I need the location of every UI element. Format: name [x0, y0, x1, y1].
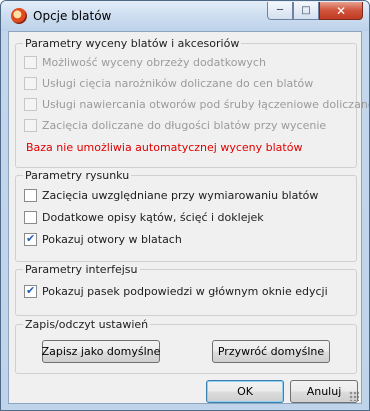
title-bar[interactable]: Opcje blatów ─ □ ✕: [1, 1, 369, 31]
cancel-button[interactable]: Anuluj: [290, 380, 358, 403]
option-label: Zacięcia uwzględniane przy wymiarowaniu …: [42, 189, 319, 202]
close-icon: ✕: [335, 3, 347, 18]
minimize-icon: ─: [276, 5, 284, 16]
checkbox[interactable]: [24, 232, 37, 246]
option-label: Możliwość wyceny obrzeży dodatkowych: [42, 56, 266, 69]
option-corner-cutting[interactable]: Usługi cięcia narożników doliczane do ce…: [24, 77, 313, 90]
option-notch-length[interactable]: Zacięcia doliczane do długości blatów pr…: [24, 119, 326, 132]
ok-button[interactable]: OK: [206, 380, 284, 403]
pricing-warning-text: Baza nie umożliwia automatycznej wyceny …: [26, 141, 303, 154]
checkbox[interactable]: [24, 77, 37, 90]
option-label: Dodatkowe opisy kątów, ścięć i doklejek: [42, 211, 264, 224]
group-interface-legend: Parametry interfejsu: [23, 263, 140, 276]
close-button[interactable]: ✕: [319, 2, 363, 20]
save-default-button[interactable]: Zapisz jako domyślne: [42, 340, 160, 363]
option-label: Usługi cięcia narożników doliczane do ce…: [42, 77, 314, 90]
group-settings: Zapis/odczyt ustawień Zapisz jako domyśl…: [15, 318, 357, 374]
dialog-body: Parametry wyceny blatów i akcesoriów Moż…: [8, 31, 369, 404]
restore-default-button[interactable]: Przywróć domyślne: [212, 340, 330, 363]
checkbox[interactable]: [24, 284, 37, 298]
app-icon: [11, 8, 27, 24]
option-notches-dimensioning[interactable]: Zacięcia uwzględniane przy wymiarowaniu …: [24, 189, 318, 202]
checkbox[interactable]: [24, 98, 37, 111]
option-show-holes[interactable]: Pokazuj otwory w blatach: [24, 232, 182, 246]
option-label: Usługi nawiercania otworów pod śruby łąc…: [42, 98, 370, 111]
resize-grip[interactable]: [349, 391, 359, 401]
checkbox[interactable]: [24, 189, 37, 202]
option-label: Pokazuj otwory w blatach: [42, 233, 182, 246]
checkbox[interactable]: [24, 119, 37, 132]
group-pricing-legend: Parametry wyceny blatów i akcesoriów: [23, 37, 242, 50]
group-drawing: Parametry rysunku Zacięcia uwzględniane …: [15, 169, 357, 262]
option-bolt-drilling[interactable]: Usługi nawiercania otworów pod śruby łąc…: [24, 98, 370, 111]
option-label: Zacięcia doliczane do długości blatów pr…: [42, 119, 327, 132]
checkbox[interactable]: [24, 56, 37, 69]
group-drawing-legend: Parametry rysunku: [23, 169, 132, 182]
option-extra-edging[interactable]: Możliwość wyceny obrzeży dodatkowych: [24, 56, 266, 69]
maximize-icon: □: [301, 5, 311, 16]
group-pricing: Parametry wyceny blatów i akcesoriów Moż…: [15, 37, 369, 168]
group-settings-legend: Zapis/odczyt ustawień: [23, 318, 151, 331]
window-title: Opcje blatów: [33, 9, 112, 23]
option-label: Pokazuj pasek podpowiedzi w głównym okni…: [42, 285, 328, 298]
titlebar-buttons: ─ □ ✕: [267, 2, 363, 22]
option-show-hint-bar[interactable]: Pokazuj pasek podpowiedzi w głównym okni…: [24, 284, 328, 298]
minimize-button[interactable]: ─: [267, 2, 293, 20]
dialog-window: Opcje blatów ─ □ ✕ Parametry wyceny blat…: [0, 0, 370, 411]
checkbox[interactable]: [24, 211, 37, 224]
group-interface: Parametry interfejsu Pokazuj pasek podpo…: [15, 263, 357, 316]
option-extra-descriptions[interactable]: Dodatkowe opisy kątów, ścięć i doklejek: [24, 211, 264, 224]
maximize-button[interactable]: □: [293, 2, 319, 20]
